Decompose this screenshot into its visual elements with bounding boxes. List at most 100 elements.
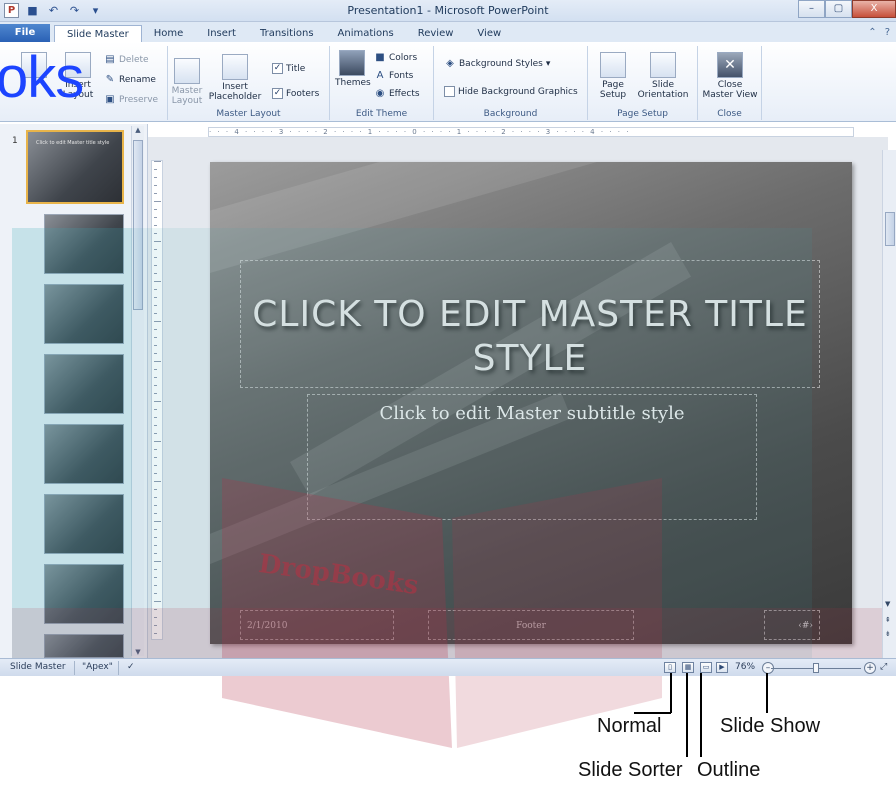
minimize-ribbon-icon[interactable]: ⌃ (868, 27, 876, 38)
footers-checkbox[interactable]: ✓ Footers (272, 88, 319, 99)
page-setup-button[interactable]: Page Setup (596, 52, 630, 100)
insert-placeholder-button[interactable]: Insert Placeholder (204, 54, 266, 102)
tab-home[interactable]: Home (142, 25, 196, 42)
thumbnail-layout-2[interactable] (44, 284, 124, 344)
thumbnail-layout-1[interactable] (44, 214, 124, 274)
close-master-view-button[interactable]: ✕ Close Master View (702, 52, 758, 100)
pin-icon: ▣ (105, 94, 115, 105)
ruler-tick (154, 505, 157, 506)
title-checkbox[interactable]: ✓ Title (272, 63, 305, 74)
tab-slide-master[interactable]: Slide Master (54, 25, 142, 43)
edit-master-group: Insert Layout ▤ Delete ✎ Rename ▣ Preser… (0, 46, 168, 120)
ruler-tick (154, 177, 157, 178)
rename-label: Rename (119, 75, 156, 85)
subtitle-placeholder[interactable]: Click to edit Master subtitle style (307, 394, 757, 520)
horizontal-ruler: · · · 4 · · · · 3 · · · · 2 · · · · 1 · … (208, 127, 854, 137)
ruler-tick (154, 289, 157, 290)
scroll-down-icon[interactable]: ▼ (885, 600, 890, 608)
fonts-button[interactable]: A Fonts (374, 70, 414, 82)
ruler-tick (154, 441, 161, 442)
scroll-up-icon[interactable]: ▲ (132, 126, 144, 134)
status-separator (74, 661, 75, 675)
minimize-button[interactable]: – (798, 0, 825, 18)
thumbnail-number: 1 (12, 136, 18, 146)
slide-sorter-view-button[interactable]: ▦ (682, 662, 694, 673)
close-group-label: Close (717, 109, 742, 119)
background-styles-button[interactable]: ◈ Background Styles ▾ (444, 58, 550, 70)
master-layout-button[interactable]: Master Layout (170, 58, 204, 106)
tab-transitions[interactable]: Transitions (248, 25, 326, 42)
date-placeholder[interactable]: 2/1/2010 (240, 610, 394, 640)
scroll-down-icon[interactable]: ▼ (132, 648, 144, 656)
reading-view-button[interactable]: ▭ (700, 662, 712, 673)
normal-view-button[interactable]: ▯ (664, 662, 676, 673)
title-placeholder[interactable]: CLICK TO EDIT MASTER TITLE STYLE (240, 260, 820, 388)
thumbnails-scroll-thumb[interactable] (133, 140, 143, 310)
close-group: ✕ Close Master View Close (698, 46, 762, 120)
thumbnail-layout-7[interactable] (44, 634, 124, 658)
vertical-ruler (151, 160, 163, 640)
zoom-slider-thumb[interactable] (813, 663, 819, 673)
ruler-tick (154, 433, 157, 434)
insert-slide-master-button[interactable] (20, 52, 48, 80)
ruler-tick (154, 537, 157, 538)
callout-normal: Normal (597, 715, 662, 737)
fonts-icon: A (376, 70, 384, 81)
thumbnail-layout-4[interactable] (44, 424, 124, 484)
callout-slide-show: Slide Show (720, 715, 821, 737)
delete-button[interactable]: ▤ Delete (104, 54, 148, 66)
thumbnail-slide-master[interactable]: Click to edit Master title style (26, 130, 124, 204)
preserve-button[interactable]: ▣ Preserve (104, 94, 158, 106)
insert-slide-master-icon (21, 52, 47, 78)
ruler-tick (154, 625, 157, 626)
ruler-tick (154, 185, 157, 186)
colors-button[interactable]: ■ Colors (374, 52, 417, 64)
effects-button[interactable]: ◉ Effects (374, 88, 420, 100)
thumbnail-layout-6[interactable] (44, 564, 124, 624)
thumbnails-scrollbar[interactable]: ▲ ▼ (131, 126, 144, 656)
ruler-tick (154, 193, 157, 194)
thumbnail-layout-3[interactable] (44, 354, 124, 414)
thumbnail-layout-5[interactable] (44, 494, 124, 554)
tab-animations[interactable]: Animations (326, 25, 406, 42)
fit-to-window-icon[interactable]: ⤢ (880, 662, 887, 672)
tab-view[interactable]: View (465, 25, 513, 42)
window-controls: – ▢ X (798, 0, 896, 18)
callout-line-normal-horizontal (634, 712, 671, 714)
page-setup-label-1: Page (602, 80, 624, 90)
ruler-tick (154, 457, 157, 458)
spell-check-icon[interactable]: ✓ (127, 662, 135, 672)
callout-line-slide-show (766, 673, 768, 713)
rename-button[interactable]: ✎ Rename (104, 74, 156, 86)
footer-placeholder[interactable]: Footer (428, 610, 634, 640)
insert-placeholder-label-1: Insert (222, 82, 248, 92)
ruler-tick (154, 601, 161, 602)
zoom-in-icon[interactable]: + (864, 662, 876, 674)
slide-scrollbar[interactable]: ▼ ⇞ ⇟ (882, 150, 896, 658)
slide-master-canvas: CLICK TO EDIT MASTER TITLE STYLE Click t… (210, 162, 852, 644)
zoom-level[interactable]: 76% (735, 662, 755, 672)
master-layout-label-2: Layout (171, 96, 203, 106)
tab-list: Slide Master Home Insert Transitions Ani… (54, 25, 513, 43)
ruler-tick (154, 337, 157, 338)
hide-background-label: Hide Background Graphics (458, 86, 578, 97)
tab-file[interactable]: File (0, 24, 50, 42)
slide-orientation-button[interactable]: Slide Orientation (632, 52, 694, 100)
close-button[interactable]: X (852, 0, 896, 18)
previous-slide-icon[interactable]: ⇞ (885, 616, 891, 624)
slide-show-view-button[interactable]: ▶ (716, 662, 728, 673)
window-title: Presentation1 - Microsoft PowerPoint (347, 4, 549, 17)
hide-background-checkbox[interactable]: Hide Background Graphics (444, 86, 578, 97)
slide-title: CLICK TO EDIT MASTER TITLE STYLE (252, 294, 808, 379)
themes-button[interactable]: Themes (335, 50, 371, 88)
next-slide-icon[interactable]: ⇟ (885, 630, 891, 638)
page-setup-group: Page Setup Slide Orientation Page Setup (588, 46, 698, 120)
background-group-label: Background (483, 109, 538, 119)
help-icon[interactable]: ? (885, 27, 890, 38)
insert-layout-button[interactable]: Insert Layout (60, 52, 96, 100)
tab-review[interactable]: Review (406, 25, 466, 42)
slide-number-placeholder[interactable]: ‹#› (764, 610, 820, 640)
slide-scroll-thumb[interactable] (885, 212, 895, 246)
tab-insert[interactable]: Insert (195, 25, 248, 42)
restore-button[interactable]: ▢ (825, 0, 852, 18)
